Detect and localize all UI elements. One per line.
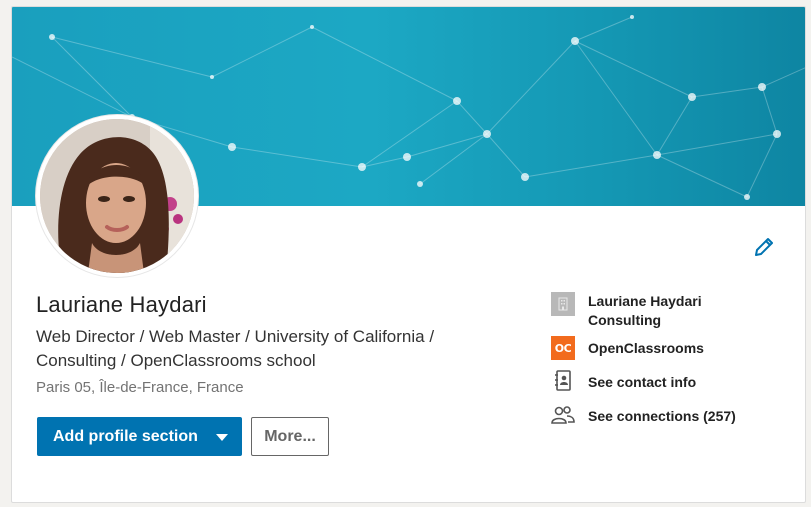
connections-link[interactable]: See connections (257) (551, 403, 768, 427)
people-icon (551, 403, 575, 427)
current-company-link[interactable]: Lauriane Haydari Consulting (551, 292, 728, 330)
caret-down-icon (216, 434, 228, 441)
contact-book-icon (551, 369, 575, 393)
profile-headline: Web Director / Web Master / University o… (36, 327, 435, 370)
see-contact-info-label: See contact info (588, 374, 697, 390)
profile-location: Paris 05, Île-de-France, France (36, 379, 244, 396)
avatar-illustration (40, 119, 194, 273)
school-name: OpenClassrooms (588, 340, 704, 356)
pencil-icon (755, 238, 773, 256)
profile-photo[interactable] (40, 119, 194, 273)
profile-card: Lauriane Haydari Web Director / Web Mast… (11, 6, 806, 503)
profile-name: Lauriane Haydari (36, 292, 207, 317)
add-profile-section-button[interactable]: Add profile section (37, 417, 242, 456)
edit-profile-button[interactable] (752, 235, 776, 259)
profile-photo-frame[interactable] (36, 115, 198, 277)
education-link[interactable]: OC OpenClassrooms (551, 336, 728, 360)
school-logo-icon: OC (551, 336, 575, 360)
contact-info-link[interactable]: See contact info (551, 369, 728, 393)
add-profile-section-label: Add profile section (53, 427, 198, 445)
building-icon (551, 292, 575, 316)
see-connections-label: See connections (257) (588, 408, 736, 424)
company-name: Lauriane Haydari Consulting (588, 293, 702, 328)
more-button[interactable]: More... (251, 417, 329, 456)
